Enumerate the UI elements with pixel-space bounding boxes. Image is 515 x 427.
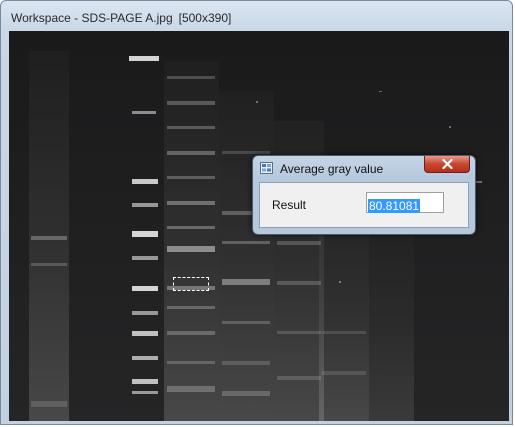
- dialog-body: Result 80.81081: [259, 182, 469, 228]
- image-dimensions: [500x390]: [178, 11, 232, 25]
- result-label: Result: [272, 198, 307, 212]
- close-icon: [441, 159, 453, 169]
- workspace-title: Workspace - SDS-PAGE A.jpg [500x390]: [11, 11, 232, 25]
- close-button[interactable]: [424, 156, 470, 173]
- app-grid-icon: [260, 162, 273, 174]
- selection-rectangle[interactable]: [173, 277, 209, 291]
- average-gray-value-dialog[interactable]: Average gray value Result 80.81081: [252, 155, 476, 235]
- result-value[interactable]: 80.81081: [368, 199, 421, 213]
- dialog-title: Average gray value: [280, 162, 384, 176]
- result-field[interactable]: 80.81081: [366, 192, 444, 213]
